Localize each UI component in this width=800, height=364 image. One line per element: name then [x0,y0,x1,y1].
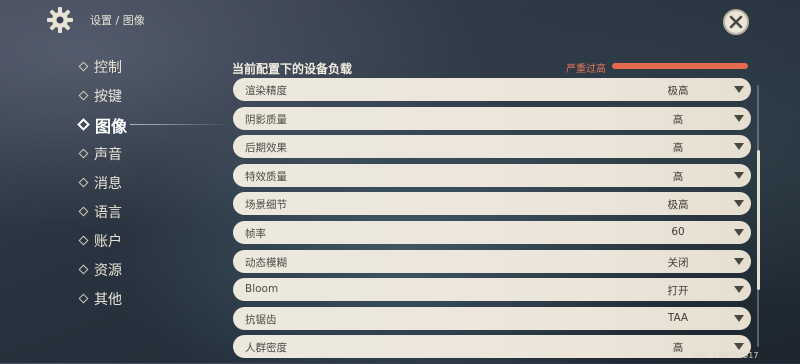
setting-label: 帧率 [245,227,266,240]
close-button[interactable] [723,9,749,35]
diamond-icon [77,118,90,131]
sidebar-item-label: 资源 [94,262,122,279]
setting-row-shadow-quality[interactable]: 阴影质量 高 [233,106,751,130]
chevron-down-icon [734,86,744,93]
setting-label: 抗锯齿 [245,313,277,326]
chevron-down-icon [734,314,744,322]
diamond-icon [78,90,89,101]
sidebar-item-audio[interactable]: 声音 [78,139,230,168]
setting-row-motion-blur[interactable]: 动态模糊 关闭 [233,249,751,273]
breadcrumb: 设置 / 图像 [90,14,145,27]
setting-value: 高 [672,113,684,126]
sidebar-item-other[interactable]: 其他 [78,284,230,313]
diamond-icon [78,206,89,217]
setting-label: 人群密度 [245,342,287,355]
chevron-down-icon [734,343,744,351]
device-load-title: 当前配置下的设备负载 [232,62,353,76]
chevron-down-icon [734,200,744,208]
graphics-settings-list: 渲染精度 极高 阴影质量 高 后期效果 高 特效质量 高 场景细节 极高 帧率 … [233,78,751,364]
gear-icon [47,7,73,33]
settings-sidebar: 控制 按键 图像 声音 消息 语言 账户 资源 其他 [77,52,230,313]
sidebar-item-language[interactable]: 语言 [78,197,230,226]
setting-row-bloom[interactable]: Bloom 打开 [233,278,751,302]
sidebar-item-graphics[interactable]: 图像 [77,110,230,139]
setting-value: 极高 [667,85,689,97]
active-indicator-line [130,124,230,125]
scrollbar-thumb[interactable] [757,150,760,290]
chevron-down-icon [734,143,744,151]
sidebar-item-label: 控制 [94,59,122,76]
sidebar-item-label: 语言 [94,204,122,221]
setting-label: Bloom [245,283,279,296]
setting-value: 高 [672,142,684,155]
chevron-down-icon [734,171,744,179]
diamond-icon [78,235,89,246]
chevron-down-icon [734,257,744,265]
diamond-icon [78,177,89,188]
setting-value: 极高 [667,199,689,212]
setting-value: 高 [672,170,684,183]
setting-row-effects-quality[interactable]: 特效质量 高 [233,163,751,187]
setting-row-render-resolution[interactable]: 渲染精度 极高 [233,78,751,101]
diamond-icon [78,293,89,304]
device-load-bar [612,63,748,69]
setting-label: 阴影质量 [245,113,287,126]
sidebar-item-account[interactable]: 账户 [78,226,230,255]
sidebar-item-label: 按键 [94,88,122,105]
setting-label: 动态模糊 [245,256,287,269]
diamond-icon [78,148,89,159]
sidebar-item-label: 消息 [94,175,122,192]
setting-row-scene-detail[interactable]: 场景细节 极高 [233,192,751,216]
diamond-icon [78,61,89,72]
setting-row-post-processing[interactable]: 后期效果 高 [233,135,751,159]
sidebar-item-messages[interactable]: 消息 [78,168,230,197]
setting-label: 后期效果 [245,142,287,155]
chevron-down-icon [734,286,744,294]
setting-label: 渲染精度 [245,85,287,97]
setting-label: 场景细节 [245,199,287,212]
setting-value: 打开 [667,285,689,298]
setting-value: 关闭 [667,256,689,269]
uid-label: UID: 168337517 [693,351,759,360]
chevron-down-icon [734,114,744,122]
setting-row-crowd-density[interactable]: 人群密度 高 [233,335,751,359]
chevron-down-icon [734,228,744,236]
sidebar-item-controls[interactable]: 控制 [78,52,230,81]
sidebar-item-label: 账户 [94,233,122,250]
sidebar-item-resources[interactable]: 资源 [78,255,230,284]
device-load-status: 严重过高 [566,64,606,75]
setting-label: 特效质量 [245,170,287,183]
setting-value: TAA [667,311,689,324]
setting-row-anti-aliasing[interactable]: 抗锯齿 TAA [233,306,751,330]
sidebar-item-label: 其他 [94,291,122,308]
setting-row-frame-rate[interactable]: 帧率 60 [233,220,751,244]
setting-value: 60 [671,225,685,238]
sidebar-item-label: 声音 [94,146,122,163]
sidebar-item-keybinds[interactable]: 按键 [78,81,230,110]
diamond-icon [78,264,89,275]
close-icon [729,15,743,29]
sidebar-item-label: 图像 [95,116,128,136]
